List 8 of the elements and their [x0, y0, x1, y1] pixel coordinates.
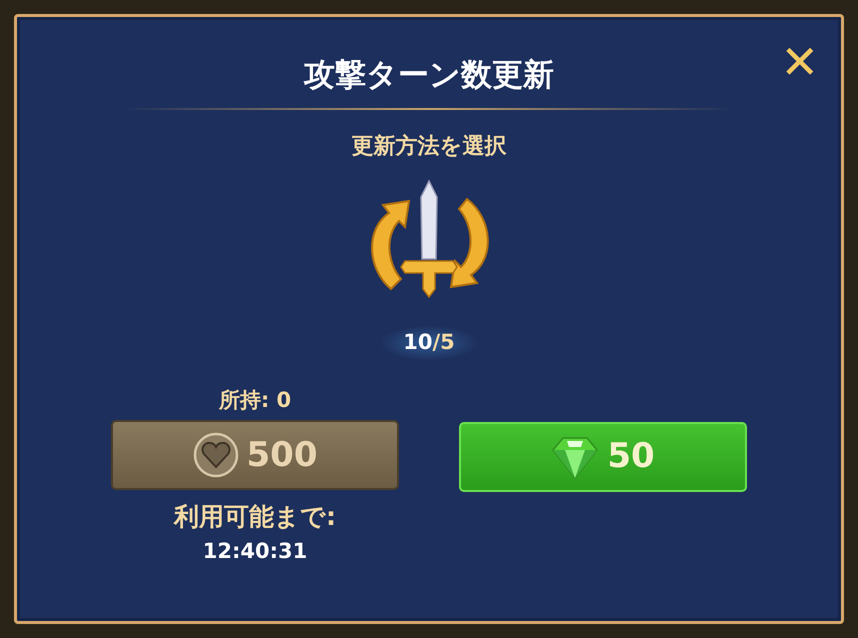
- heart-coin-icon: [192, 432, 238, 478]
- price-button[interactable]: 50: [459, 422, 747, 492]
- subtitle: 更新方法を選択: [352, 132, 506, 162]
- owned-count: 所持: 0: [218, 386, 292, 414]
- dialog-title: 攻撃ターン数更新: [304, 57, 554, 94]
- countdown-timer: 12:40:31: [202, 538, 308, 565]
- availability-label: 利用可能まで:: [174, 501, 336, 534]
- close-button[interactable]: ✕: [780, 39, 819, 85]
